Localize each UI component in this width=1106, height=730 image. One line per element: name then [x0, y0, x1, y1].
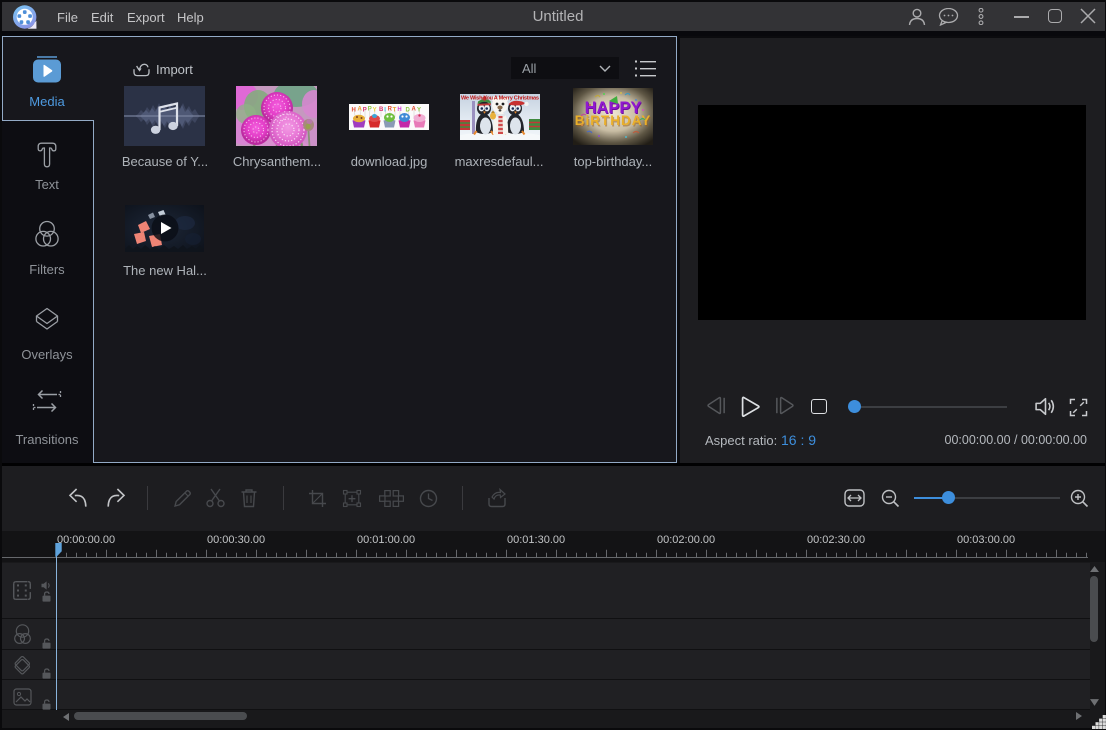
svg-text:T: T — [393, 108, 397, 114]
svg-text:Y: Y — [373, 108, 377, 114]
svg-text:P: P — [363, 108, 367, 114]
svg-text:H: H — [397, 107, 401, 113]
svg-text:D: D — [406, 108, 411, 114]
svg-text:H: H — [352, 108, 356, 114]
svg-text:P: P — [368, 107, 372, 113]
svg-text:A: A — [358, 107, 363, 113]
svg-text:We Wish You A Merry Christmas: We Wish You A Merry Christmas — [461, 96, 539, 102]
svg-text:Y: Y — [417, 108, 421, 114]
svg-text:A: A — [412, 107, 417, 113]
